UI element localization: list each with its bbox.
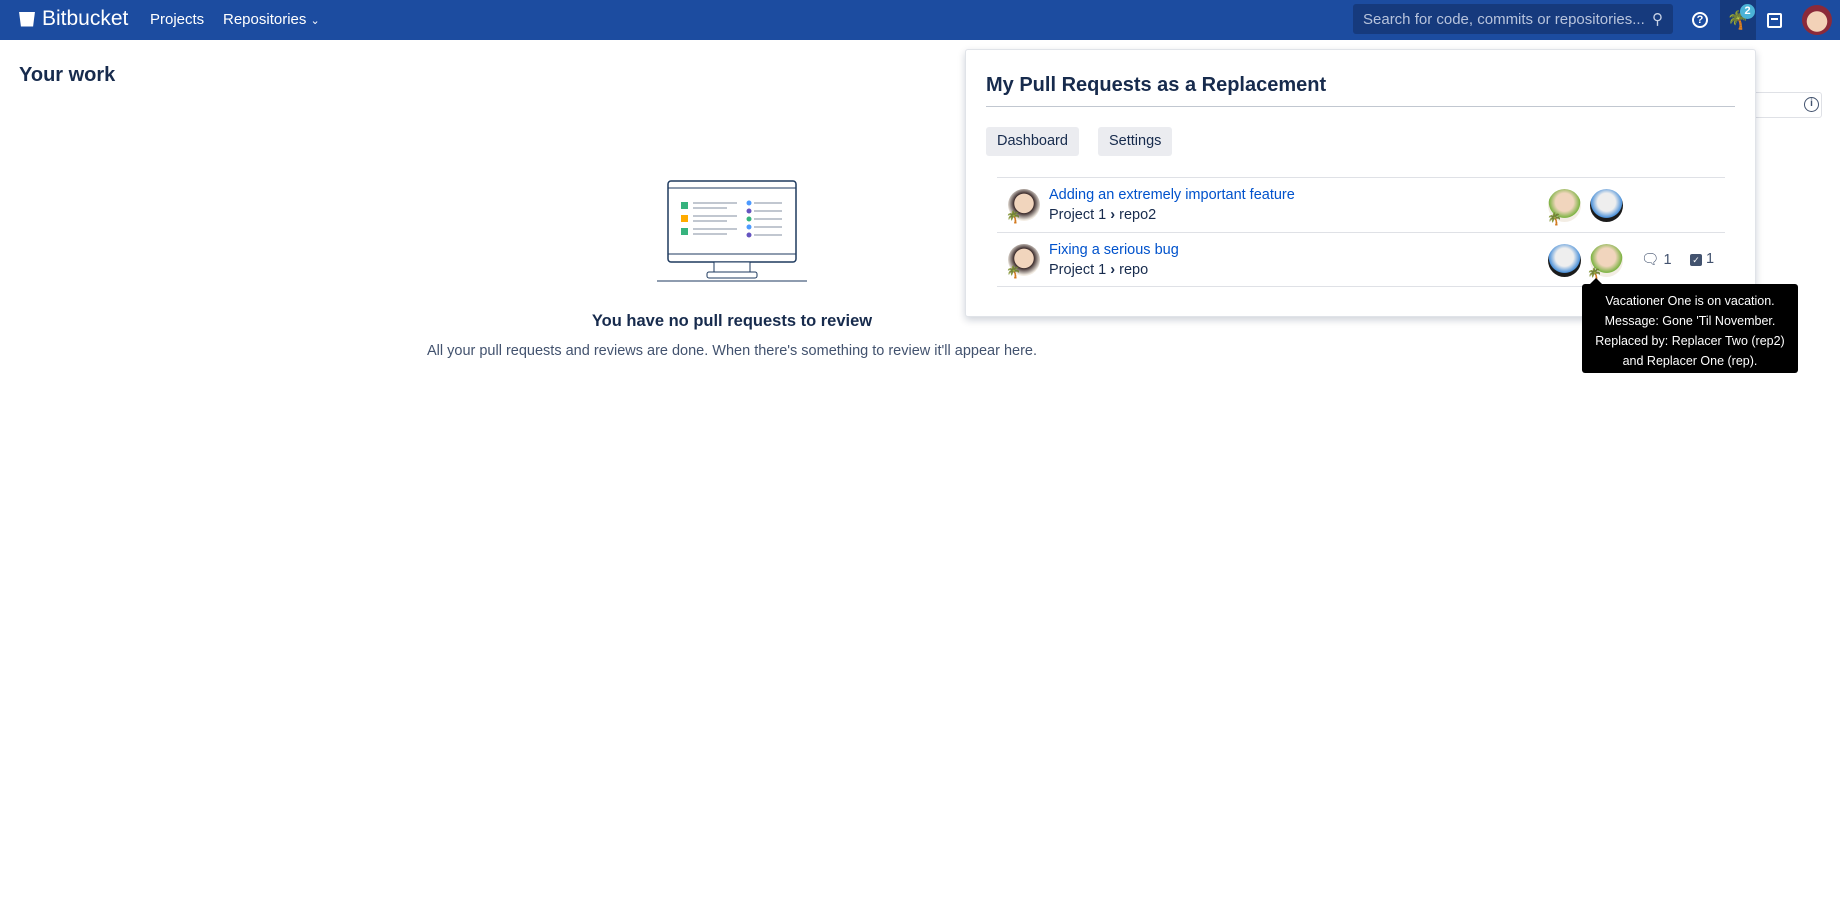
vacation-pull-requests-popup: My Pull Requests as a Replacement Dashbo… <box>965 49 1756 317</box>
search-placeholder: Search for code, commits or repositories… <box>1363 11 1645 28</box>
search-input[interactable]: Search for code, commits or repositories… <box>1353 4 1673 34</box>
pull-request-row: 🌴 Adding an extremely important feature … <box>997 177 1725 232</box>
comment-count: 🗨︎ 1 <box>1641 251 1672 268</box>
pull-request-title-link[interactable]: Adding an extremely important feature <box>1049 187 1295 203</box>
repository-path[interactable]: Project 1 › repo2 <box>1049 207 1156 223</box>
chevron-down-icon: ⌄ <box>310 15 320 27</box>
tooltip-line: Message: Gone 'Til November. <box>1604 314 1776 328</box>
tooltip-line: Vacationer One is on vacation. <box>1605 294 1775 308</box>
page-title: Your work <box>19 64 116 86</box>
reviewer-avatar <box>1548 244 1581 277</box>
task-checkbox-icon: ✓ <box>1690 254 1702 266</box>
settings-button[interactable]: Settings <box>1098 127 1173 156</box>
dashboard-button[interactable]: Dashboard <box>986 127 1079 156</box>
task-count: ✓ 1 <box>1690 251 1714 267</box>
nav-repositories-label: Repositories <box>223 11 307 28</box>
project-name: Project 1 <box>1049 262 1107 278</box>
help-icon[interactable]: ? <box>1690 0 1710 40</box>
comment-count-value: 1 <box>1663 252 1672 268</box>
user-avatar[interactable] <box>1802 5 1832 35</box>
popup-title: My Pull Requests as a Replacement <box>986 74 1327 96</box>
empty-state-text: All your pull requests and reviews are d… <box>426 343 1038 359</box>
empty-state-illustration <box>657 180 807 282</box>
reviewer-avatar <box>1590 189 1623 222</box>
repo-name: repo2 <box>1119 207 1157 223</box>
palm-tree-icon: 🌴 <box>1006 210 1021 224</box>
search-icon: ⚲ <box>1652 11 1663 28</box>
pull-request-row: 🌴 Fixing a serious bug Project 1 › repo … <box>997 232 1725 287</box>
tooltip-line: and Replacer One (rep). <box>1622 354 1758 368</box>
nav-projects[interactable]: Projects <box>150 11 204 28</box>
comment-icon: 🗨︎ <box>1641 252 1660 268</box>
vacation-button[interactable]: 🌴 2 <box>1720 0 1756 40</box>
notes-icon[interactable] <box>1764 0 1784 40</box>
tooltip-line: Replaced by: Replacer Two (rep2) <box>1595 334 1785 348</box>
chevron-right-icon: › <box>1110 207 1116 223</box>
palm-tree-icon: 🌴 <box>1547 212 1562 226</box>
project-name: Project 1 <box>1049 207 1107 223</box>
bitbucket-logo-icon <box>19 11 35 27</box>
popup-divider <box>986 106 1735 107</box>
task-count-value: 1 <box>1706 251 1715 267</box>
nav-repositories[interactable]: Repositories ⌄ <box>223 11 320 28</box>
vacation-tooltip: Vacationer One is on vacation. Message: … <box>1582 278 1798 373</box>
chevron-right-icon: › <box>1110 262 1116 278</box>
vacation-count-badge: 2 <box>1740 4 1755 19</box>
top-navigation: Bitbucket Projects Repositories ⌄ Search… <box>0 0 1840 40</box>
bitbucket-logo[interactable]: Bitbucket <box>19 7 128 31</box>
palm-tree-icon: 🌴 <box>1006 265 1021 279</box>
repository-path[interactable]: Project 1 › repo <box>1049 262 1148 278</box>
info-icon[interactable]: i <box>1804 97 1819 112</box>
pull-request-title-link[interactable]: Fixing a serious bug <box>1049 242 1179 258</box>
brand-name: Bitbucket <box>42 7 129 30</box>
repo-name: repo <box>1119 262 1149 278</box>
